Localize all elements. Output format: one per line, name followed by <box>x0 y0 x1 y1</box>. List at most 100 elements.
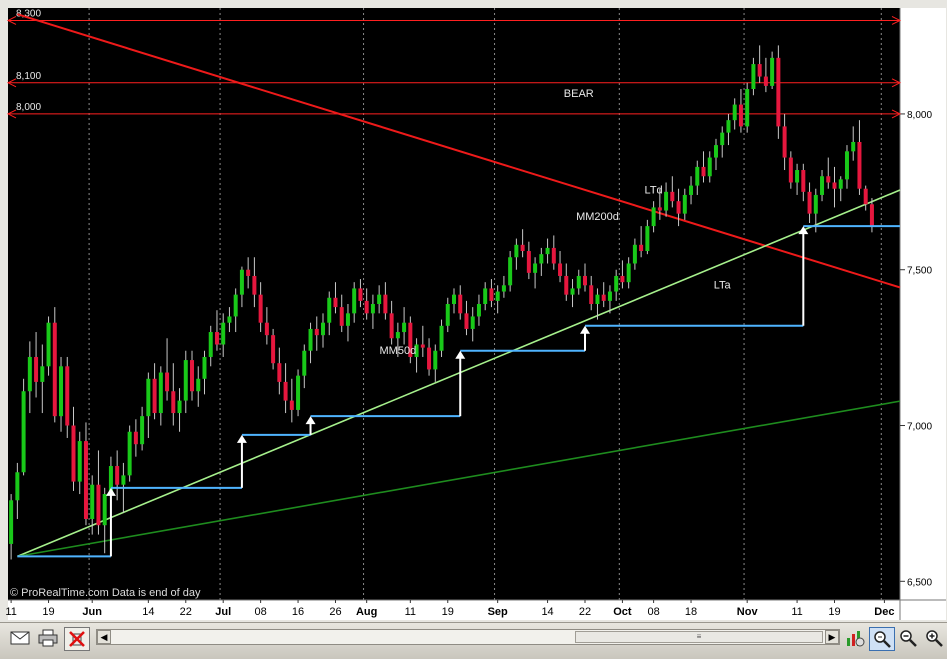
candle-body-88 <box>558 263 563 276</box>
candle-body-47 <box>302 350 307 376</box>
candle-body-104 <box>657 207 662 211</box>
candle-body-96 <box>607 291 612 301</box>
candle-body-76 <box>483 288 488 304</box>
candle-body-30 <box>196 378 201 392</box>
candle-body-85 <box>539 254 544 264</box>
candle-body-75 <box>476 304 481 317</box>
candle-body-74 <box>470 316 475 329</box>
candle-body-39 <box>252 275 257 295</box>
candle-body-134 <box>844 151 849 180</box>
candle-body-63 <box>402 322 407 333</box>
watermark-text: © ProRealTime.com Data is end of day <box>10 587 201 599</box>
candle-body-36 <box>233 294 238 317</box>
x-tick-label-9: Aug <box>356 606 377 618</box>
candle-body-125 <box>788 157 793 183</box>
candle-body-67 <box>427 347 432 370</box>
candle-body-138 <box>869 204 874 227</box>
print-icon[interactable] <box>36 627 60 649</box>
zoom-fit-icon[interactable] <box>869 627 895 651</box>
x-tick-label-5: Jul <box>215 606 231 618</box>
x-tick-label-19: 11 <box>791 606 802 618</box>
candle-body-69 <box>439 325 444 351</box>
candle-body-41 <box>264 322 269 336</box>
candle-body-1 <box>15 472 20 501</box>
scroll-left-arrow-icon[interactable]: ◀ <box>97 630 111 644</box>
time-scrollbar[interactable]: ◀ ≡ ▶ <box>96 629 840 645</box>
candle-body-112 <box>707 157 712 177</box>
candle-body-27 <box>177 400 182 414</box>
candle-body-95 <box>601 294 606 301</box>
candle-body-2 <box>21 391 26 473</box>
candle-body-93 <box>589 285 594 304</box>
candle-body-4 <box>34 356 39 382</box>
x-tick-label-11: 19 <box>442 606 454 618</box>
candle-body-106 <box>670 191 675 202</box>
y-tick-label-1: 7,000 <box>907 422 932 433</box>
candle-body-59 <box>377 294 382 304</box>
candle-body-44 <box>283 381 288 401</box>
zoom-out-icon[interactable] <box>896 627 920 649</box>
zoom-in-icon[interactable] <box>922 627 946 649</box>
candle-body-13 <box>90 484 95 519</box>
price-chart[interactable]: 6,500 7,000 7,500 8,000 11 19 Jun 14 22 Jul 08 16 26… <box>0 0 947 622</box>
x-tick-label-21: Dec <box>874 606 894 618</box>
candle-body-9 <box>65 366 70 426</box>
y-tick-label-3: 8,000 <box>907 110 932 121</box>
candle-body-10 <box>71 425 76 482</box>
candle-body-33 <box>214 332 219 345</box>
candle-body-128 <box>807 191 812 214</box>
candle-body-12 <box>83 441 88 519</box>
x-tick-label-15: Oct <box>613 606 632 618</box>
candle-body-82 <box>520 244 525 252</box>
candle-body-62 <box>395 332 400 339</box>
x-tick-label-8: 26 <box>329 606 341 618</box>
candle-body-17 <box>115 466 120 485</box>
candle-body-5 <box>40 366 45 382</box>
candle-body-129 <box>813 194 818 214</box>
candle-body-32 <box>208 332 213 357</box>
x-tick-label-14: 22 <box>579 606 591 618</box>
candle-body-103 <box>651 207 656 227</box>
mail-icon[interactable] <box>8 627 32 649</box>
no-indicator-icon[interactable] <box>64 627 90 651</box>
candle-body-98 <box>620 275 625 283</box>
price-axis-bg <box>900 8 946 600</box>
annotation-ltd: LTd <box>645 184 663 196</box>
candle-body-86 <box>545 247 550 255</box>
x-tick-label-10: 11 <box>405 606 416 618</box>
candle-body-53 <box>339 307 344 326</box>
candle-body-94 <box>595 294 600 304</box>
x-tick-label-0: 11 <box>5 606 16 618</box>
candle-body-21 <box>140 416 145 445</box>
candle-body-8 <box>59 366 64 417</box>
candle-body-109 <box>689 185 694 195</box>
annotation-mm50d: MM50d <box>380 345 417 357</box>
candle-body-37 <box>239 269 244 295</box>
candle-body-123 <box>776 57 781 127</box>
candle-body-122 <box>770 57 775 86</box>
x-tick-label-17: 18 <box>685 606 697 618</box>
chart-settings-icon[interactable] <box>843 627 867 649</box>
candle-body-23 <box>152 378 157 414</box>
candle-body-127 <box>801 170 806 192</box>
candle-body-92 <box>582 275 587 286</box>
candle-body-87 <box>551 247 556 264</box>
candle-body-29 <box>190 360 195 392</box>
candle-body-110 <box>695 166 700 186</box>
candle-body-35 <box>227 316 232 323</box>
y-tick-label-2: 7,500 <box>907 266 932 277</box>
candle-body-78 <box>495 291 500 301</box>
candle-body-68 <box>433 350 438 370</box>
candle-body-40 <box>258 294 263 323</box>
x-tick-label-13: 14 <box>541 606 553 618</box>
candle-body-115 <box>726 120 731 133</box>
scroll-thumb[interactable]: ≡ <box>575 631 823 643</box>
candle-body-114 <box>720 132 725 146</box>
scroll-right-arrow-icon[interactable]: ▶ <box>825 630 839 644</box>
x-tick-label-2: Jun <box>82 606 102 618</box>
candle-body-51 <box>327 297 332 323</box>
x-tick-label-18: Nov <box>737 606 759 618</box>
candle-body-111 <box>701 166 706 177</box>
x-tick-label-6: 08 <box>255 606 267 618</box>
candle-body-113 <box>713 145 718 158</box>
